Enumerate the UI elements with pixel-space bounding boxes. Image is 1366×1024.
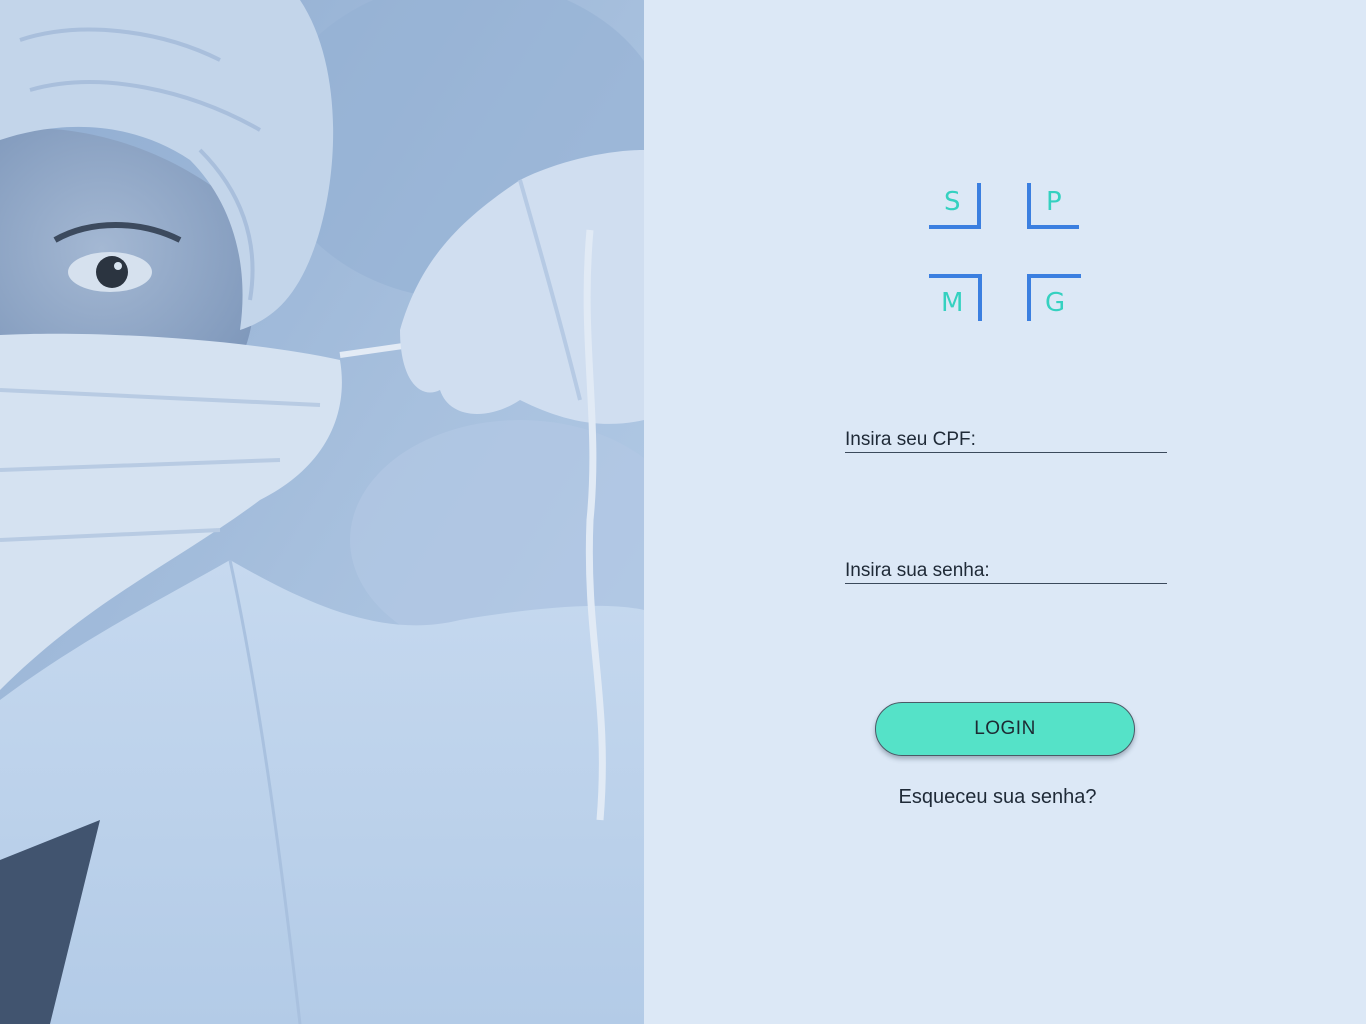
hero-image (0, 0, 644, 1024)
logo-quadrant-m: M (929, 274, 982, 321)
logo-quadrant-g: G (1027, 274, 1081, 321)
password-input[interactable] (995, 558, 1165, 582)
cpf-label: Insira seu CPF: (845, 429, 976, 450)
password-field[interactable]: Insira sua senha: (845, 558, 1167, 584)
logo-letter-p: P (1046, 187, 1062, 217)
cpf-input[interactable] (995, 427, 1165, 451)
logo-quadrant-s: S (929, 183, 981, 229)
spmg-logo: S P M G (929, 183, 1081, 322)
logo-letter-s: S (944, 187, 961, 217)
logo-letter-g: G (1045, 288, 1066, 318)
logo-quadrant-p: P (1027, 183, 1079, 229)
login-screen: S P M G Insira seu CPF: Insira sua senha… (0, 0, 1366, 1024)
login-panel (644, 0, 1366, 1024)
cpf-field[interactable]: Insira seu CPF: (845, 427, 1167, 453)
login-button[interactable]: LOGIN (875, 702, 1135, 756)
logo-letter-m: M (941, 288, 964, 318)
password-label: Insira sua senha: (845, 560, 990, 581)
forgot-password-link[interactable]: Esqueceu sua senha? (875, 786, 1120, 809)
